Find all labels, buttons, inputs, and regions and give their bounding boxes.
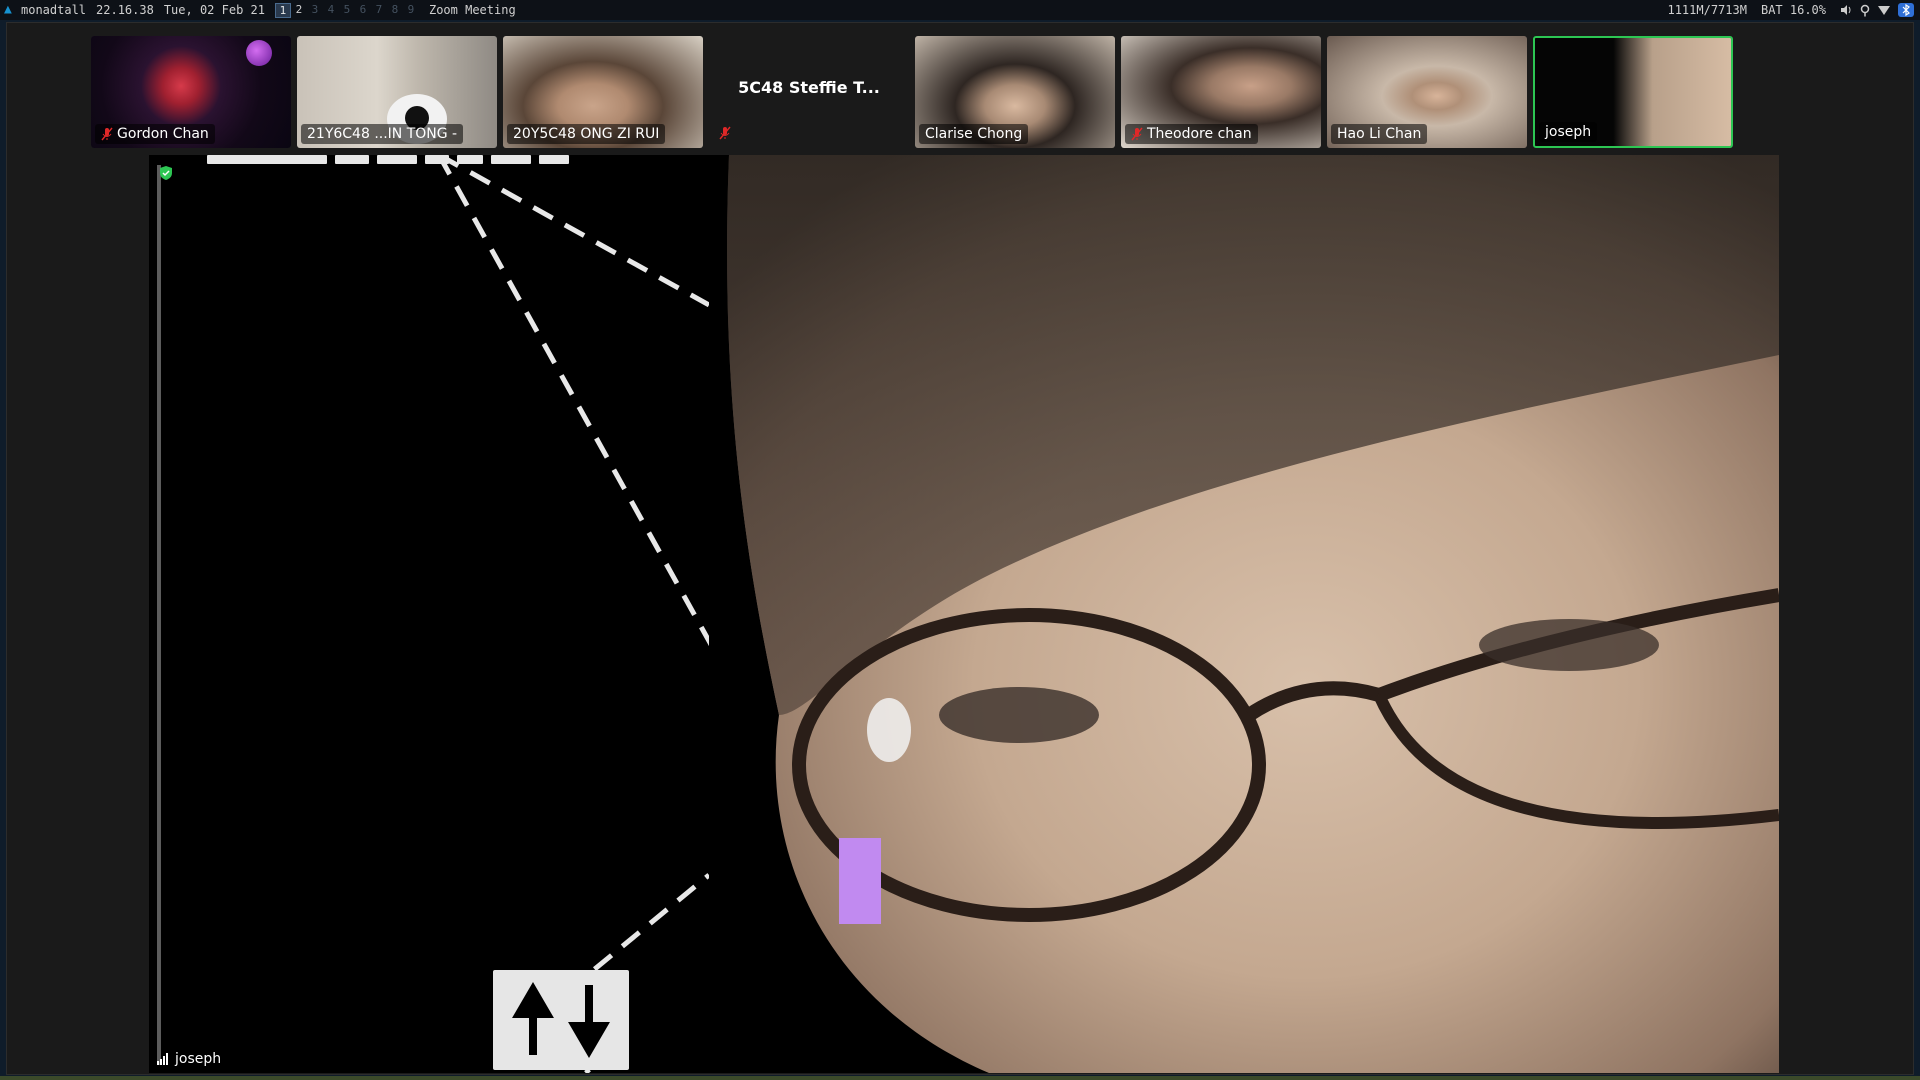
participant-name: 20Y5C48 ONG ZI RUI <box>513 126 660 142</box>
participant-tile[interactable]: Hao Li Chan <box>1327 36 1527 148</box>
bluetooth-icon[interactable] <box>1898 3 1914 17</box>
participant-nametag: 20Y5C48 ONG ZI RUI <box>507 124 666 144</box>
speaker-face <box>689 155 1779 1073</box>
workspace-7[interactable]: 7 <box>371 3 387 18</box>
battery-status: BAT 16.0% <box>1760 3 1826 17</box>
workspace-switcher: 1 2 3 4 5 6 7 8 9 <box>274 2 419 18</box>
workspace-9[interactable]: 9 <box>403 3 419 18</box>
system-tray <box>1840 3 1914 17</box>
participant-tile[interactable]: 5C48 Steffie T... <box>709 36 909 148</box>
planet-decoration <box>246 40 272 66</box>
clock-time: 22.16.38 <box>96 3 154 17</box>
screen-share-region <box>149 155 709 1073</box>
participant-nametag: Gordon Chan <box>95 124 215 144</box>
dashed-lines-decoration <box>436 155 709 1073</box>
muted-mic-icon <box>719 126 731 140</box>
layout-indicator[interactable]: monadtall <box>21 3 86 17</box>
clock-date: Tue, 02 Feb 21 <box>163 3 265 17</box>
participant-name: Theodore chan <box>1147 126 1252 142</box>
participant-name: 5C48 Steffie T... <box>738 78 880 97</box>
active-speaker-video[interactable]: joseph <box>149 155 1779 1073</box>
workspace-2[interactable]: 2 <box>291 3 307 18</box>
participant-tile[interactable]: 20Y5C48 ONG ZI RUI <box>503 36 703 148</box>
participant-tile-active[interactable]: joseph <box>1533 36 1733 148</box>
status-right: 1111M/7713M BAT 16.0% <box>1667 3 1920 17</box>
wifi-icon[interactable] <box>1878 5 1890 16</box>
window-title: Zoom Meeting <box>428 3 516 17</box>
participant-tile[interactable]: Clarise Chong <box>915 36 1115 148</box>
signal-strength-icon <box>157 1053 168 1065</box>
participant-tile[interactable]: Theodore chan <box>1121 36 1321 148</box>
top-status-bar: ▲ monadtall 22.16.38 Tue, 02 Feb 21 1 2 … <box>0 0 1920 20</box>
workspace-1[interactable]: 1 <box>274 2 291 18</box>
participant-nametag: Hao Li Chan <box>1331 124 1428 144</box>
shared-screen-highlight <box>839 838 881 924</box>
participant-nametag: Clarise Chong <box>919 124 1029 144</box>
zoom-meeting-window: Gordon Chan 21Y6C48 ...IN TONG - 20Y5C48… <box>6 22 1914 1075</box>
sort-arrows-icon <box>493 970 629 1070</box>
arch-logo-icon[interactable]: ▲ <box>4 3 18 17</box>
active-speaker-label: joseph <box>157 1051 221 1067</box>
muted-mic-icon <box>1131 127 1143 141</box>
workspace-5[interactable]: 5 <box>339 3 355 18</box>
location-icon[interactable] <box>1860 4 1870 17</box>
workspace-6[interactable]: 6 <box>355 3 371 18</box>
participant-name: 21Y6C48 ...IN TONG - <box>307 126 458 142</box>
participant-strip: Gordon Chan 21Y6C48 ...IN TONG - 20Y5C48… <box>91 36 1733 148</box>
participant-name: joseph <box>1545 124 1592 140</box>
participant-nametag: 21Y6C48 ...IN TONG - <box>301 124 464 144</box>
memory-usage: 1111M/7713M <box>1667 3 1747 17</box>
participant-tile[interactable]: Gordon Chan <box>91 36 291 148</box>
participant-name: Gordon Chan <box>117 126 209 142</box>
participant-tile[interactable]: 21Y6C48 ...IN TONG - <box>297 36 497 148</box>
participant-nametag: Theodore chan <box>1125 124 1258 144</box>
workspace-3[interactable]: 3 <box>307 3 323 18</box>
active-speaker-name: joseph <box>175 1051 222 1067</box>
muted-mic-icon <box>101 127 113 141</box>
participant-nametag: joseph <box>1539 122 1598 142</box>
volume-icon[interactable] <box>1840 4 1852 16</box>
participant-name: Clarise Chong <box>925 126 1023 142</box>
workspace-8[interactable]: 8 <box>387 3 403 18</box>
participant-name: Hao Li Chan <box>1337 126 1422 142</box>
desktop-background <box>0 1076 1920 1080</box>
workspace-4[interactable]: 4 <box>323 3 339 18</box>
